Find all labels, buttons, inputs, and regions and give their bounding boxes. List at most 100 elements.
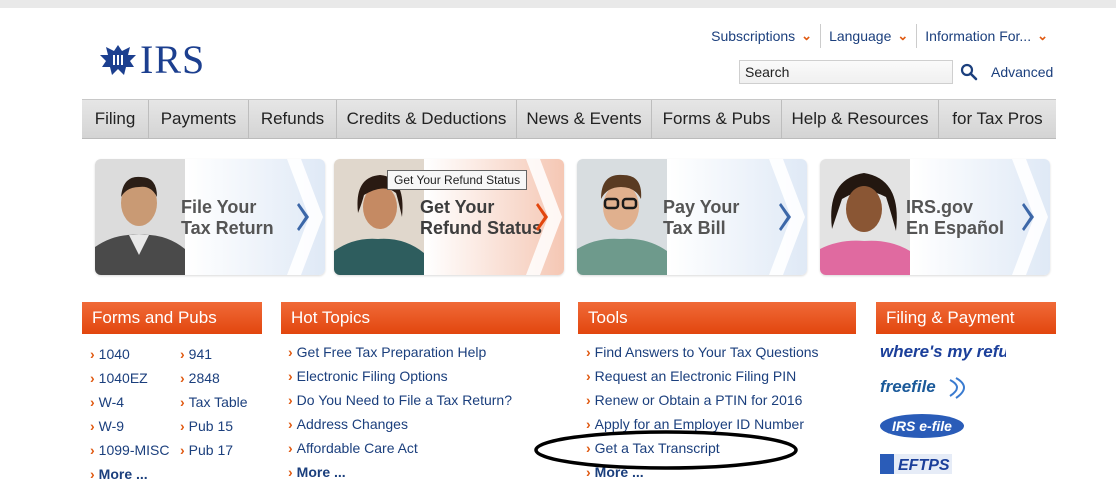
chevron-right-icon [526,159,562,275]
bullet-icon: › [90,394,95,410]
bullet-icon: › [180,418,185,434]
chevron-down-icon: ⌄ [897,28,909,43]
logo-text: where's my refund? [880,342,1006,361]
list-item[interactable]: › Renew or Obtain a PTIN for 2016 [586,388,819,412]
subscriptions-label: Subscriptions [711,28,796,44]
link-label: Pub 17 [188,442,234,458]
link-label: 1040 [98,346,130,362]
irs-logo[interactable]: IRS [98,38,205,82]
promo-line1: Get Your [420,197,495,217]
language-label: Language [829,28,892,44]
bullet-icon: › [180,442,185,458]
nav-tax-pros[interactable]: for Tax Pros [939,100,1056,138]
nav-forms-pubs[interactable]: Forms & Pubs [652,100,782,138]
bullet-icon: › [180,370,185,386]
bullet-icon: › [288,464,293,480]
promo-pay-bill[interactable]: Pay Your Tax Bill [577,159,807,275]
promo-line1: Pay Your [663,197,740,217]
link-label: Request an Electronic Filing PIN [594,368,797,384]
utility-links: Subscriptions ⌄ Language ⌄ Information F… [703,24,1056,48]
list-item[interactable]: › Request an Electronic Filing PIN [586,364,819,388]
promo-file-return[interactable]: File Your Tax Return [95,159,325,275]
list-item[interactable]: › Pub 17 [180,438,248,462]
person-photo-icon [820,159,910,275]
bullet-icon: › [288,368,293,384]
promo-espanol[interactable]: IRS.gov En Español [820,159,1050,275]
list-item[interactable]: › Tax Table [180,390,248,414]
forms-col2: › 941 › 2848 › Tax Table › Pub 15 › Pub 17 [180,342,248,462]
forms-more-link[interactable]: › More ... [90,462,169,486]
link-label: 1040EZ [98,370,148,386]
list-item[interactable]: › Affordable Care Act [288,436,512,460]
bullet-icon: › [586,344,591,360]
irs-homepage: IRS Subscriptions ⌄ Language ⌄ Informati… [82,8,1056,504]
link-label: More ... [296,464,346,480]
link-label: More ... [98,466,148,482]
promo-line2: Tax Return [181,218,274,238]
main-nav: Filing Payments Refunds Credits & Deduct… [82,99,1056,139]
list-item[interactable]: › Pub 15 [180,414,248,438]
nav-filing[interactable]: Filing [82,100,149,138]
nav-help-resources[interactable]: Help & Resources [782,100,939,138]
chevron-right-icon [769,159,805,275]
nav-news-events[interactable]: News & Events [517,100,652,138]
link-label: Find Answers to Your Tax Questions [594,344,819,360]
list-item[interactable]: › 941 [180,342,248,366]
chevron-down-icon: ⌄ [801,28,813,43]
irs-efile-logo[interactable]: IRS e-file [878,412,970,440]
information-for-link[interactable]: Information For... ⌄ [916,24,1056,48]
list-item[interactable]: › 1099-MISC [90,438,169,462]
advanced-search-link[interactable]: Advanced [991,64,1053,80]
browser-top-strip [0,0,1116,8]
logo-wordmark: IRS [140,37,206,82]
promo-line1: IRS.gov [906,197,974,217]
subscriptions-link[interactable]: Subscriptions ⌄ [703,24,820,48]
wheres-my-refund-logo[interactable]: where's my refund? [878,338,1006,366]
list-item[interactable]: › 1040EZ [90,366,169,390]
link-label: W-9 [98,418,125,434]
promo-line2: Tax Bill [663,218,726,238]
chevron-right-icon [287,159,323,275]
list-item[interactable]: › 2848 [180,366,248,390]
link-label: Tax Table [188,394,248,410]
filing-payment-heading: Filing & Payment [876,302,1056,334]
list-item[interactable]: › 1040 [90,342,169,366]
hot-topics-list: › Get Free Tax Preparation Help › Electron… [288,340,512,484]
promo-line2: Refund Status [420,218,543,238]
eftps-logo[interactable]: EFTPS [878,451,962,477]
list-item[interactable]: › W-4 [90,390,169,414]
nav-payments[interactable]: Payments [149,100,249,138]
bullet-icon: › [288,416,293,432]
link-label: W-4 [98,394,125,410]
list-item[interactable]: › W-9 [90,414,169,438]
list-item[interactable]: › Find Answers to Your Tax Questions [586,340,819,364]
list-item[interactable]: › Get Free Tax Preparation Help [288,340,512,364]
person-photo-icon [577,159,667,275]
chevron-right-icon [1012,159,1048,275]
nav-credits-deductions[interactable]: Credits & Deductions [337,100,517,138]
list-item[interactable]: › Do You Need to File a Tax Return? [288,388,512,412]
bullet-icon: › [90,346,95,362]
search-icon[interactable] [960,63,978,81]
bullet-icon: › [90,442,95,458]
bullet-icon: › [180,394,185,410]
bullet-icon: › [288,344,293,360]
search-input[interactable]: Search [739,60,953,84]
link-label: Do You Need to File a Tax Return? [296,392,512,408]
hot-topics-more-link[interactable]: › More ... [288,460,512,484]
freefile-logo[interactable]: freefile [878,374,974,400]
logo-text: EFTPS [898,457,950,474]
list-item[interactable]: › Address Changes [288,412,512,436]
promo-line1: File Your [181,197,257,217]
hot-topics-heading: Hot Topics [281,302,560,334]
link-label: Affordable Care Act [296,440,418,456]
information-for-label: Information For... [925,28,1032,44]
person-photo-icon [95,159,185,275]
language-link[interactable]: Language ⌄ [820,24,916,48]
bullet-icon: › [288,440,293,456]
list-item[interactable]: › Electronic Filing Options [288,364,512,388]
nav-refunds[interactable]: Refunds [249,100,337,138]
annotation-ellipse [534,430,798,470]
promo-line2: En Español [906,218,1005,238]
forms-col1: › 1040 › 1040EZ › W-4 › W-9 › 1099-MISC › More… [90,342,169,486]
